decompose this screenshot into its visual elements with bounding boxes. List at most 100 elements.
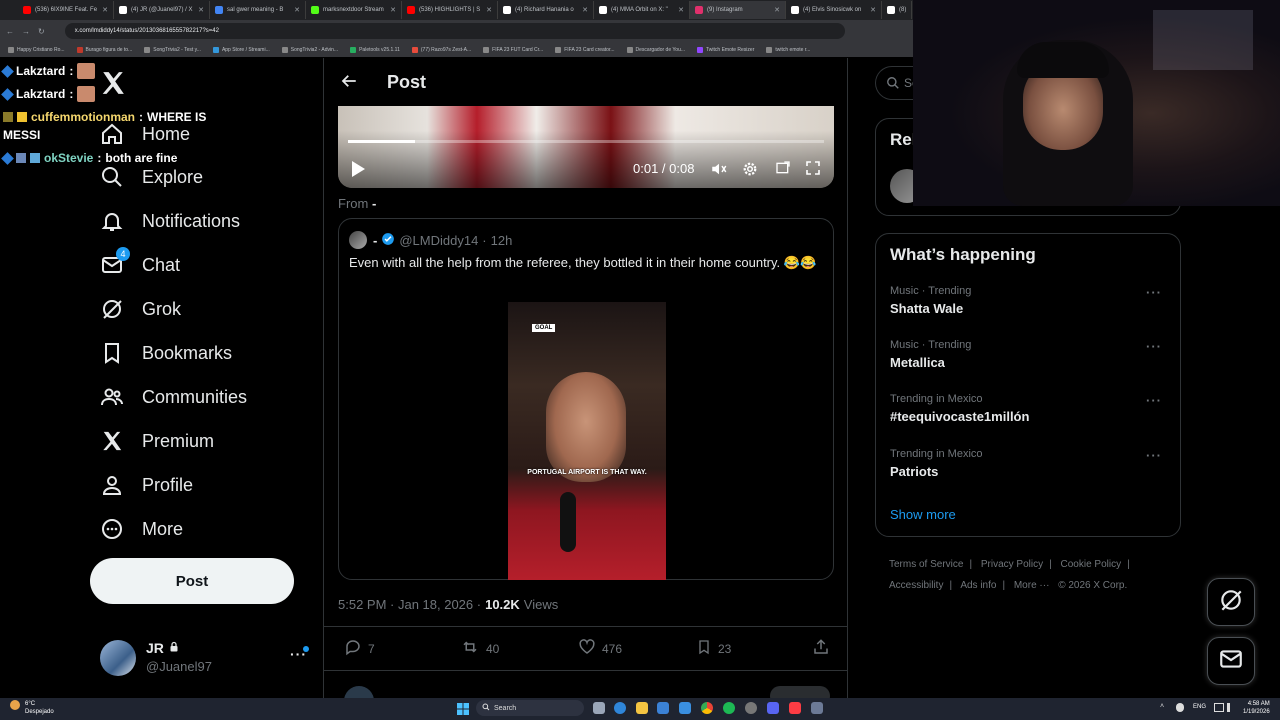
- trend-item[interactable]: Trending in Mexico #teequivocaste1millón…: [890, 393, 1170, 424]
- nav-grok[interactable]: Grok: [100, 294, 181, 324]
- forward-icon[interactable]: →: [22, 27, 30, 36]
- browser-tab[interactable]: (9) Instagram ✕: [690, 1, 786, 19]
- privacy-link[interactable]: Privacy Policy: [981, 559, 1043, 570]
- browser-tab[interactable]: (4) MMA Orbit on X: " ✕: [594, 1, 690, 19]
- browser-tab[interactable]: marksnextdoor Stream ✕: [306, 1, 402, 19]
- pip-icon[interactable]: [775, 160, 791, 181]
- nav-communities[interactable]: Communities: [100, 382, 247, 412]
- close-tab-icon[interactable]: ✕: [486, 6, 492, 14]
- bookmark-item[interactable]: Descargador de You...: [626, 46, 685, 53]
- nav-chat[interactable]: 4 Chat: [100, 247, 180, 280]
- nav-profile[interactable]: Profile: [100, 470, 193, 500]
- search-field[interactable]: Se: [875, 66, 919, 100]
- store-icon[interactable]: [657, 702, 669, 714]
- chevron-up-icon[interactable]: ˄: [1160, 703, 1164, 710]
- language-indicator[interactable]: ENG: [1193, 704, 1206, 710]
- show-more-link[interactable]: Show more: [890, 507, 956, 522]
- play-icon[interactable]: [350, 160, 366, 183]
- close-tab-icon[interactable]: ✕: [198, 6, 204, 14]
- bookmark-item[interactable]: (77) Razo97s Zest-A...: [411, 46, 471, 53]
- bookmark-button[interactable]: 23: [696, 638, 731, 659]
- close-tab-icon[interactable]: ✕: [870, 6, 876, 14]
- weather-widget[interactable]: 6°C Despejado: [25, 700, 54, 716]
- video-progress-track[interactable]: [348, 140, 824, 143]
- quoted-post[interactable]: - @LMDiddy14 · 12h Even with all the hel…: [338, 218, 834, 580]
- share-button[interactable]: [812, 638, 830, 659]
- music-app-icon[interactable]: [789, 702, 801, 714]
- fullscreen-icon[interactable]: [805, 160, 821, 181]
- bookmark-item[interactable]: Twitch Emote Resizer: [697, 46, 754, 53]
- browser-tab[interactable]: (8): [882, 1, 912, 19]
- account-switcher[interactable]: JR @Juanel97 ···: [100, 640, 310, 680]
- settings-gear-icon[interactable]: [741, 160, 759, 183]
- ads-info-link[interactable]: Ads info: [960, 580, 996, 591]
- video-player[interactable]: 0:01 / 0:08: [338, 106, 834, 188]
- bookmark-item[interactable]: App Store / Streami...: [212, 46, 270, 53]
- nav-explore[interactable]: Explore: [100, 162, 203, 192]
- quoted-media-video[interactable]: GOAL PORTUGAL AIRPORT IS THAT WAY.: [508, 302, 666, 580]
- browser-tab[interactable]: (4) Elvis Sinosicwk on ✕: [786, 1, 882, 19]
- reload-icon[interactable]: ↻: [38, 27, 45, 36]
- network-icon[interactable]: [1214, 703, 1224, 712]
- bookmark-item[interactable]: SongTrivia2 - Test y...: [144, 46, 201, 53]
- quoted-avatar[interactable]: [349, 231, 367, 249]
- trend-item[interactable]: Trending in Mexico Patriots ···: [890, 448, 1170, 479]
- close-tab-icon[interactable]: ✕: [582, 6, 588, 14]
- footer-more-link[interactable]: More ···: [1014, 580, 1050, 591]
- trend-item[interactable]: Music · Trending Metallica ···: [890, 339, 1170, 370]
- bookmark-item[interactable]: SongTrivia2 - Advin...: [281, 46, 338, 53]
- nav-more[interactable]: More: [100, 514, 183, 544]
- more-dots-icon[interactable]: ···: [1146, 285, 1162, 300]
- reply-button[interactable]: 7: [344, 638, 375, 659]
- mail-app-icon[interactable]: [679, 702, 691, 714]
- obs-icon[interactable]: [745, 702, 757, 714]
- browser-tab[interactable]: (4) Richard Hanania o ✕: [498, 1, 594, 19]
- x-logo-icon[interactable]: [100, 70, 126, 98]
- browser-tab[interactable]: (536) HIGHLIGHTS | S ✕: [402, 1, 498, 19]
- browser-tab[interactable]: (536) 6IX9INE Feat. Fe ✕: [18, 1, 114, 19]
- close-tab-icon[interactable]: ✕: [294, 6, 300, 14]
- nav-premium[interactable]: Premium: [100, 426, 214, 456]
- bookmark-item[interactable]: twitch emote r...: [766, 46, 810, 53]
- post-timestamp[interactable]: 5:52 PM · Jan 18, 2026 ·: [338, 597, 481, 612]
- more-dots-icon[interactable]: ···: [1146, 448, 1162, 463]
- from-name[interactable]: -: [372, 196, 376, 211]
- browser-tab[interactable]: (4) JR (@Juanel97) / X ✕: [114, 1, 210, 19]
- bookmark-item[interactable]: FIFA 23 FUT Card Cr...: [483, 46, 543, 53]
- clock[interactable]: 4:58 AM 1/19/2026: [1243, 700, 1270, 716]
- url-field[interactable]: x.com/lmdiddy14/status/20130368165557822…: [64, 23, 845, 39]
- close-tab-icon[interactable]: ✕: [102, 6, 108, 14]
- nav-bookmarks[interactable]: Bookmarks: [100, 338, 232, 368]
- edge-icon[interactable]: [614, 702, 626, 714]
- like-button[interactable]: 476: [578, 638, 622, 659]
- close-tab-icon[interactable]: ✕: [774, 6, 780, 14]
- bookmark-item[interactable]: Paletools v25.1.11: [350, 46, 400, 53]
- more-dots-icon[interactable]: ···: [1146, 393, 1162, 408]
- messages-floating-button[interactable]: [1207, 637, 1255, 685]
- file-explorer-icon[interactable]: [636, 702, 648, 714]
- browser-tab[interactable]: sal gwer meaning - B ✕: [210, 1, 306, 19]
- volume-icon[interactable]: [710, 160, 728, 183]
- microphone-icon[interactable]: [1176, 703, 1184, 712]
- bookmark-item[interactable]: Burago figura de to...: [76, 46, 132, 53]
- post-button[interactable]: Post: [90, 558, 294, 604]
- reply-submit-button[interactable]: [770, 686, 830, 698]
- windows-start-icon[interactable]: [457, 702, 469, 715]
- spotify-icon[interactable]: [723, 702, 735, 714]
- close-tab-icon[interactable]: ✕: [390, 6, 396, 14]
- more-dots-icon[interactable]: ···: [1146, 339, 1162, 354]
- back-arrow-icon[interactable]: [340, 72, 358, 95]
- taskbar-search[interactable]: Search: [476, 700, 584, 716]
- terms-link[interactable]: Terms of Service: [889, 559, 963, 570]
- close-tab-icon[interactable]: ✕: [678, 6, 684, 14]
- app-icon[interactable]: [811, 702, 823, 714]
- quoted-display-name[interactable]: -: [373, 233, 377, 248]
- accessibility-link[interactable]: Accessibility: [889, 580, 943, 591]
- back-icon[interactable]: ←: [6, 27, 14, 36]
- chrome-icon[interactable]: [701, 702, 713, 714]
- repost-button[interactable]: 40: [460, 638, 499, 659]
- grok-floating-button[interactable]: [1207, 578, 1255, 626]
- task-view-icon[interactable]: [593, 702, 605, 714]
- trend-item[interactable]: Music · Trending Shatta Wale ···: [890, 285, 1170, 316]
- nav-notifications[interactable]: Notifications: [100, 206, 240, 236]
